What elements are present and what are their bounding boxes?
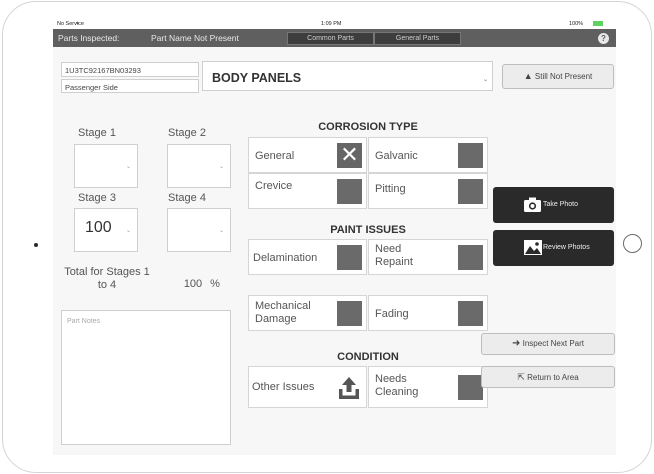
inspect-next-part-button[interactable]: ➜ Inspect Next Part bbox=[481, 333, 615, 355]
stage-2-label: Stage 2 bbox=[168, 127, 206, 139]
return-to-area-label: Return to Area bbox=[527, 373, 579, 382]
battery-icon bbox=[593, 21, 603, 26]
image-gallery-icon bbox=[524, 240, 542, 255]
delamination-option[interactable]: Delamination bbox=[248, 239, 367, 275]
mechanical-damage-checkbox[interactable] bbox=[337, 301, 362, 326]
side-field[interactable]: Passenger Side bbox=[61, 79, 199, 93]
camera-dot bbox=[34, 243, 38, 247]
vin-field[interactable]: 1U3TC92167BN03293 bbox=[61, 62, 199, 77]
home-button[interactable] bbox=[623, 234, 642, 253]
take-photo-button[interactable]: Take Photo bbox=[493, 187, 614, 223]
battery-percent: 100% bbox=[569, 21, 584, 27]
general-option[interactable]: General ✕ bbox=[248, 137, 367, 173]
fading-option[interactable]: Fading bbox=[368, 295, 488, 331]
carrier-text: No Service bbox=[57, 21, 84, 27]
nav-title: Parts Inspected: bbox=[58, 33, 120, 43]
needs-cleaning-option[interactable]: Needs Cleaning bbox=[368, 366, 488, 408]
wifi-icon: ≈ bbox=[76, 21, 80, 27]
nav-bar: Parts Inspected: Part Name Not Present C… bbox=[53, 29, 616, 47]
part-title: BODY PANELS bbox=[212, 71, 302, 85]
total-value: 100 bbox=[183, 278, 203, 290]
pitting-checkbox[interactable] bbox=[458, 179, 483, 204]
fading-label: Fading bbox=[375, 308, 409, 320]
mechanical-damage-label: Mechanical Damage bbox=[255, 300, 311, 325]
arrow-up-left-icon: ⇱ bbox=[517, 372, 525, 382]
status-bar: No Service ≈ 1:09 PM 100% bbox=[53, 19, 616, 29]
needs-cleaning-label: Needs Cleaning bbox=[375, 373, 419, 398]
clock-text: 1:09 PM bbox=[321, 21, 342, 27]
camera-icon bbox=[524, 197, 541, 212]
stage-4-select[interactable]: ⌄ bbox=[167, 208, 231, 252]
return-to-area-button[interactable]: ⇱ Return to Area bbox=[481, 366, 615, 388]
fading-checkbox[interactable] bbox=[458, 301, 483, 326]
ipad-frame: No Service ≈ 1:09 PM 100% Parts Inspecte… bbox=[2, 1, 652, 473]
mechanical-damage-option[interactable]: Mechanical Damage bbox=[248, 295, 367, 331]
upload-icon[interactable] bbox=[337, 375, 361, 401]
warning-icon: ▲ bbox=[523, 71, 533, 81]
general-label: General bbox=[255, 150, 295, 162]
stage-2-select[interactable]: ⌄ bbox=[167, 144, 231, 188]
part-notes-placeholder: Part Notes bbox=[67, 318, 101, 325]
general-checkbox-checked-icon[interactable]: ✕ bbox=[337, 143, 362, 168]
app-screen: No Service ≈ 1:09 PM 100% Parts Inspecte… bbox=[53, 19, 616, 455]
paint-issues-header: PAINT ISSUES bbox=[330, 224, 406, 236]
stage-1-label: Stage 1 bbox=[78, 127, 116, 139]
tab-general-parts[interactable]: General Parts bbox=[374, 32, 461, 45]
need-repaint-option[interactable]: Need Repaint bbox=[368, 239, 488, 275]
galvanic-label: Galvanic bbox=[375, 150, 418, 162]
need-repaint-label: Need Repaint bbox=[375, 243, 413, 268]
still-not-present-button[interactable]: ▲ Still Not Present bbox=[502, 64, 614, 89]
pitting-option[interactable]: Pitting bbox=[368, 173, 488, 209]
vin-value: 1U3TC92167BN03293 bbox=[65, 66, 141, 75]
part-notes-textarea[interactable]: Part Notes bbox=[61, 310, 231, 445]
other-issues-option[interactable]: Other Issues bbox=[248, 366, 367, 408]
review-photos-label: Review Photos bbox=[543, 244, 590, 251]
chevron-down-icon: ⌄ bbox=[218, 228, 224, 234]
delamination-checkbox[interactable] bbox=[337, 245, 362, 270]
stage-3-select[interactable]: 100 ⌄ bbox=[74, 208, 138, 252]
stage-3-label: Stage 3 bbox=[78, 192, 116, 204]
side-value: Passenger Side bbox=[65, 83, 118, 92]
take-photo-label: Take Photo bbox=[543, 201, 579, 208]
nav-part-name: Part Name Not Present bbox=[151, 33, 239, 43]
help-icon[interactable]: ? bbox=[598, 33, 609, 44]
need-repaint-checkbox[interactable] bbox=[458, 245, 483, 270]
chevron-down-icon: ⌄ bbox=[125, 228, 131, 234]
stage-1-select[interactable]: ⌄ bbox=[74, 144, 138, 188]
galvanic-checkbox[interactable] bbox=[458, 143, 483, 168]
stage-3-value: 100 bbox=[85, 219, 112, 236]
crevice-checkbox[interactable] bbox=[337, 179, 362, 204]
total-unit: % bbox=[210, 278, 220, 290]
tab-common-parts[interactable]: Common Parts bbox=[287, 32, 374, 45]
other-issues-label: Other Issues bbox=[252, 381, 315, 393]
condition-header: CONDITION bbox=[337, 351, 399, 363]
arrow-right-icon: ➜ bbox=[512, 338, 521, 349]
part-title-field[interactable]: BODY PANELS ⌄ bbox=[202, 61, 493, 91]
inspect-next-part-label: Inspect Next Part bbox=[522, 339, 584, 348]
stage-4-label: Stage 4 bbox=[168, 192, 206, 204]
galvanic-option[interactable]: Galvanic bbox=[368, 137, 488, 173]
review-photos-button[interactable]: Review Photos bbox=[493, 230, 614, 266]
chevron-down-icon: ⌄ bbox=[218, 164, 224, 170]
needs-cleaning-checkbox[interactable] bbox=[458, 375, 483, 400]
chevron-down-icon: ⌄ bbox=[482, 77, 488, 83]
pitting-label: Pitting bbox=[375, 183, 406, 195]
total-label: Total for Stages 1 to 4 bbox=[64, 266, 150, 291]
crevice-option[interactable]: Crevice bbox=[248, 173, 367, 209]
delamination-label: Delamination bbox=[253, 252, 318, 264]
corrosion-type-header: CORROSION TYPE bbox=[318, 121, 418, 133]
chevron-down-icon: ⌄ bbox=[125, 164, 131, 170]
still-not-present-label: Still Not Present bbox=[534, 72, 593, 81]
crevice-label: Crevice bbox=[255, 180, 293, 192]
